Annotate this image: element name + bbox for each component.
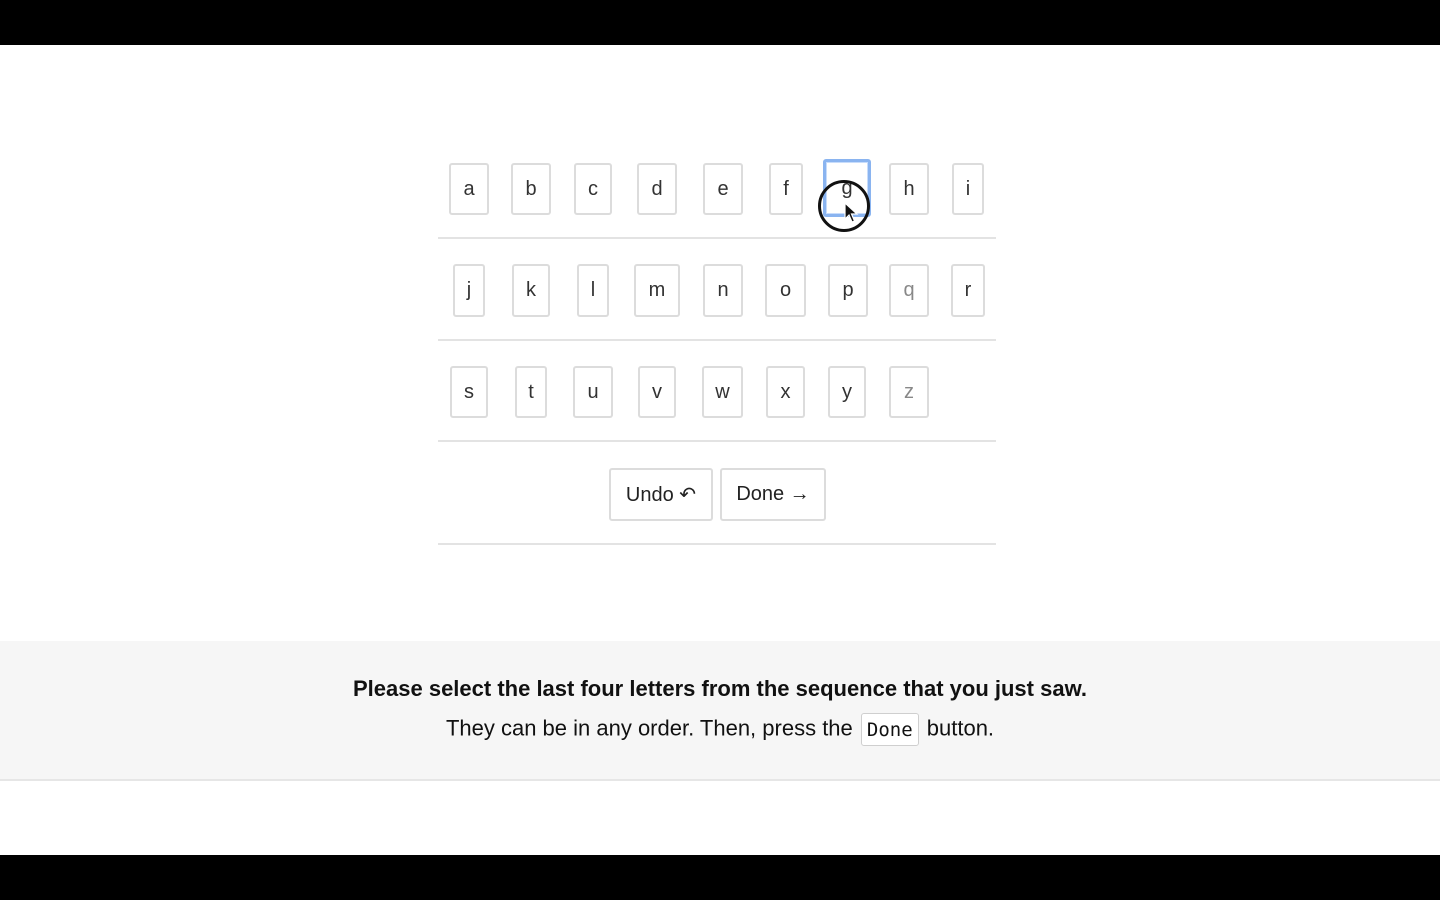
key-o[interactable]: o: [765, 264, 806, 317]
key-k[interactable]: k: [512, 264, 550, 317]
instruction-text-after: button.: [920, 715, 995, 741]
key-j[interactable]: j: [453, 264, 485, 317]
instruction-heading: Please select the last four letters from…: [353, 676, 1087, 701]
undo-button[interactable]: Undo ↶: [609, 468, 713, 521]
key-e[interactable]: e: [703, 163, 743, 215]
key-l[interactable]: l: [577, 264, 609, 317]
key-v[interactable]: v: [638, 366, 676, 418]
instruction-detail: They can be in any order. Then, press th…: [0, 713, 1440, 746]
row-divider: [438, 440, 996, 442]
key-s[interactable]: s: [450, 366, 488, 418]
key-x[interactable]: x: [766, 366, 805, 418]
row-divider: [438, 237, 996, 239]
instruction-text-before: They can be in any order. Then, press th…: [445, 715, 859, 741]
key-d[interactable]: d: [637, 163, 677, 215]
key-y[interactable]: y: [828, 366, 866, 418]
key-n[interactable]: n: [703, 264, 743, 317]
done-code-chip: Done: [860, 713, 919, 746]
done-button[interactable]: Done →: [720, 468, 826, 521]
key-g[interactable]: g: [823, 159, 871, 217]
key-z[interactable]: z: [889, 366, 929, 418]
key-u[interactable]: u: [573, 366, 613, 418]
key-a[interactable]: a: [449, 163, 489, 215]
key-f[interactable]: f: [769, 163, 803, 215]
instructions-panel: Please select the last four letters from…: [0, 641, 1440, 781]
key-i[interactable]: i: [952, 163, 984, 215]
key-q[interactable]: q: [889, 264, 929, 317]
row-divider: [438, 543, 996, 545]
key-w[interactable]: w: [702, 366, 743, 418]
key-h[interactable]: h: [889, 163, 929, 215]
task-area: a b c d e f g h i j k l m n o p q r s t …: [0, 45, 1440, 855]
key-r[interactable]: r: [951, 264, 985, 317]
key-c[interactable]: c: [574, 163, 612, 215]
key-m[interactable]: m: [634, 264, 680, 317]
key-t[interactable]: t: [515, 366, 547, 418]
row-divider: [438, 339, 996, 341]
key-p[interactable]: p: [828, 264, 868, 317]
key-b[interactable]: b: [511, 163, 551, 215]
